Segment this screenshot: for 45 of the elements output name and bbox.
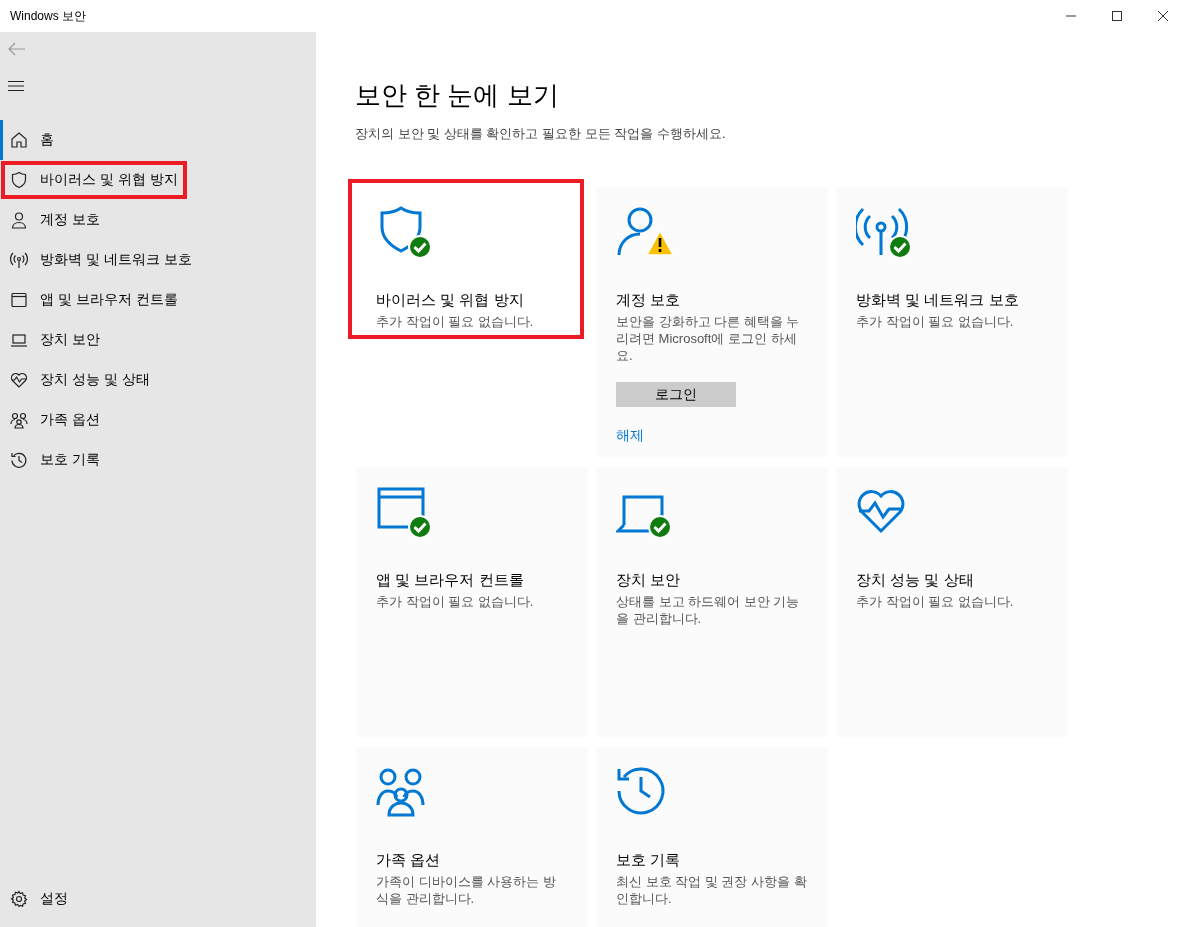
home-icon — [10, 131, 28, 149]
maximize-icon — [1111, 10, 1123, 22]
nav-item[interactable]: 장치 성능 및 상태 — [0, 360, 316, 400]
nav-item[interactable]: 가족 옵션 — [0, 400, 316, 440]
card-description: 추가 작업이 필요 없습니다. — [856, 593, 1014, 610]
card-description: 상태를 보고 하드웨어 보안 기능을 관리합니다. — [616, 593, 801, 627]
nav-item[interactable]: 바이러스 및 위협 방지 — [0, 160, 188, 200]
nav-item[interactable]: 홈 — [0, 120, 316, 160]
shield-icon — [10, 171, 28, 189]
dismiss-link[interactable]: 해제 — [616, 427, 644, 445]
card-title: 앱 및 브라우저 컨트롤 — [376, 571, 524, 590]
sign-in-button[interactable]: 로그인 — [616, 382, 736, 407]
card-description: 추가 작업이 필요 없습니다. — [376, 313, 534, 330]
family-icon — [10, 411, 28, 429]
window-icon — [10, 291, 28, 309]
card-description: 보안을 강화하고 다른 혜택을 누리려면 Microsoft에 로그인 하세요. — [616, 313, 801, 364]
card-title: 장치 보안 — [616, 571, 681, 590]
antenna-icon — [10, 251, 28, 269]
card-title: 보호 기록 — [616, 851, 681, 870]
nav-item[interactable]: 방화벽 및 네트워크 보호 — [0, 240, 316, 280]
page-subtitle: 장치의 보안 및 상태를 확인하고 필요한 모든 작업을 수행하세요. — [355, 125, 727, 143]
card-description: 추가 작업이 필요 없습니다. — [376, 593, 534, 610]
card-title: 가족 옵션 — [376, 851, 441, 870]
card-title: 계정 보호 — [616, 291, 681, 310]
back-arrow-icon[interactable] — [8, 42, 26, 56]
page-title: 보안 한 눈에 보기 — [355, 79, 560, 112]
settings-nav-item[interactable]: 설정 — [0, 879, 316, 919]
card-description: 최신 보호 작업 및 권장 사항을 확인합니다. — [616, 873, 808, 907]
nav-item[interactable]: 보호 기록 — [0, 440, 316, 480]
nav-item[interactable]: 계정 보호 — [0, 200, 316, 240]
close-icon — [1157, 10, 1169, 22]
card-title: 바이러스 및 위협 방지 — [376, 291, 524, 310]
nav-item[interactable]: 앱 및 브라우저 컨트롤 — [0, 280, 316, 320]
card-description: 가족이 디바이스를 사용하는 방식을 관리합니다. — [376, 873, 557, 907]
person-icon — [10, 211, 28, 229]
laptop-icon — [10, 331, 28, 349]
gear-icon — [10, 890, 28, 908]
card-title: 장치 성능 및 상태 — [856, 571, 974, 590]
nav-item[interactable]: 장치 보안 — [0, 320, 316, 360]
menu-icon[interactable] — [8, 80, 24, 92]
card-description: 추가 작업이 필요 없습니다. — [856, 313, 1014, 330]
history-icon — [10, 451, 28, 469]
heart-icon — [10, 371, 28, 389]
card-title: 방화벽 및 네트워크 보호 — [856, 291, 1019, 310]
window-title: Windows 보안 — [9, 7, 86, 25]
